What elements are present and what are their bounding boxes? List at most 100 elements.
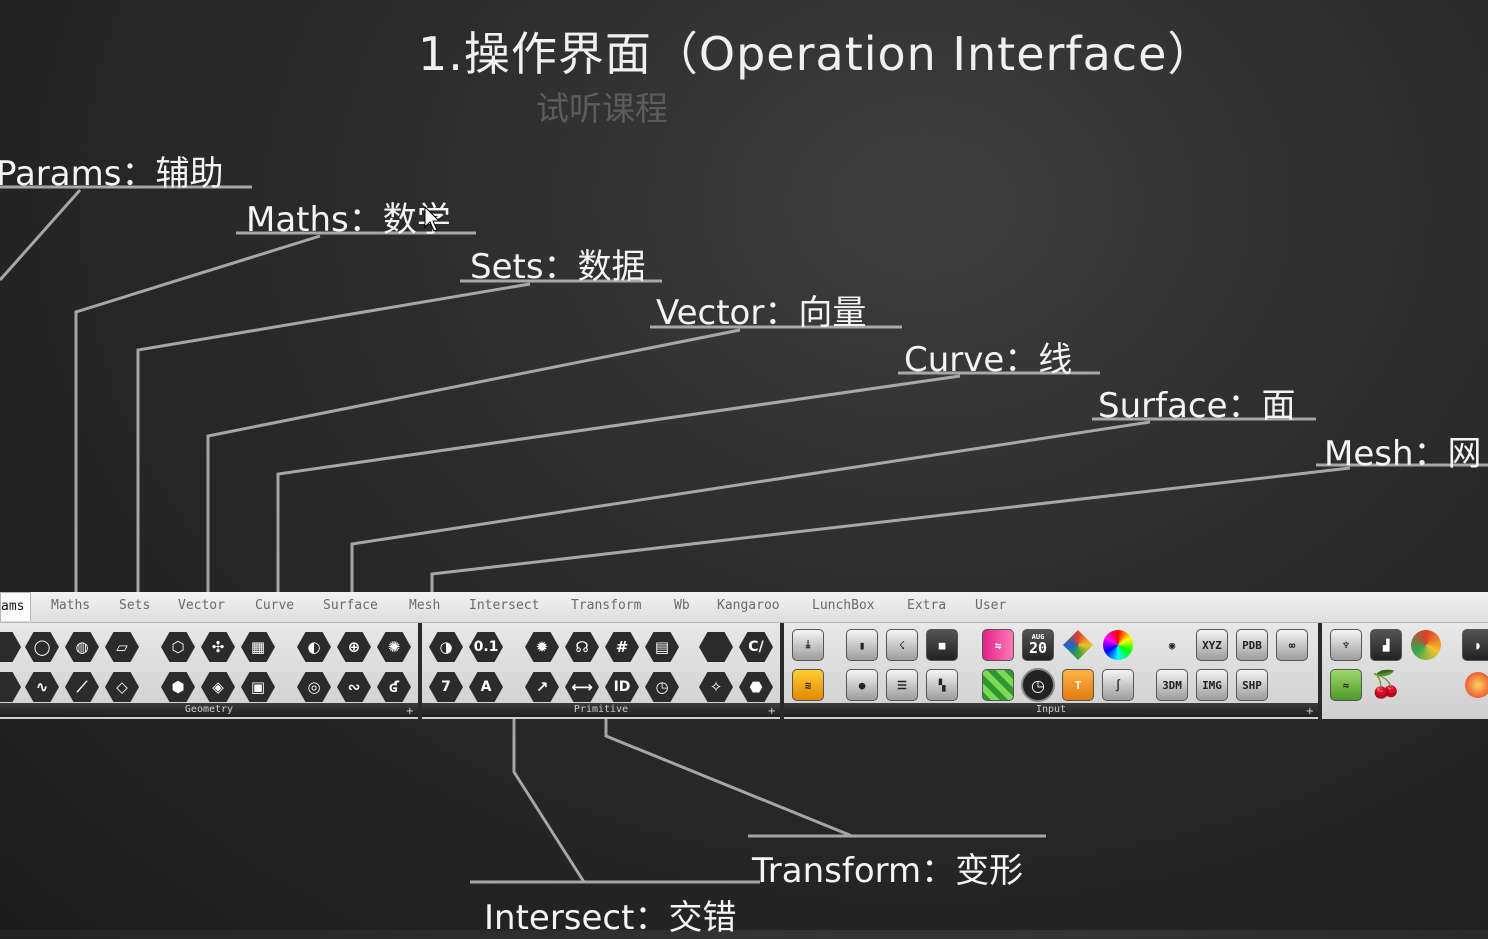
component-toolbar: ams Maths Sets Vector Curve Surface Mesh…: [0, 592, 1488, 732]
callout-maths: Maths：数学: [246, 200, 451, 240]
guid-param-icon[interactable]: ID: [604, 669, 640, 705]
digit-scroller-icon[interactable]: ●: [844, 667, 880, 703]
complex-param-icon[interactable]: ✹: [524, 629, 560, 665]
domain-param-icon[interactable]: #: [604, 629, 640, 665]
text-param-icon[interactable]: A: [468, 669, 504, 705]
tab-bar: ams Maths Sets Vector Curve Surface Mesh…: [0, 592, 1488, 623]
tab-curve[interactable]: Curve: [255, 598, 294, 613]
value-list-icon[interactable]: ☰: [884, 667, 920, 703]
box-param-icon[interactable]: ▱: [104, 629, 140, 665]
gradient-bars-icon[interactable]: ≋: [790, 667, 826, 703]
tab-kangaroo[interactable]: Kangaroo: [717, 598, 780, 613]
boolean-toggle-icon[interactable]: ▮: [844, 627, 880, 663]
generic-data-icon[interactable]: [698, 629, 734, 665]
script-param-icon[interactable]: C/: [738, 629, 774, 665]
tab-maths[interactable]: Maths: [51, 598, 90, 613]
tab-lunchbox[interactable]: LunchBox: [812, 598, 875, 613]
cherry-icon[interactable]: 🍒: [1368, 667, 1404, 703]
rectangle-param-icon[interactable]: ⊕: [336, 629, 372, 665]
galapagos-icon[interactable]: [1408, 627, 1444, 663]
data-icon[interactable]: ⬣: [738, 669, 774, 705]
record-icon[interactable]: [1460, 667, 1488, 703]
clock-icon[interactable]: ◷: [1020, 667, 1056, 703]
utility-icon[interactable]: ◗: [1460, 627, 1488, 663]
point-icon[interactable]: [0, 629, 22, 665]
tab-surface[interactable]: Surface: [323, 598, 378, 613]
pdb-label: PDB: [1236, 629, 1268, 661]
import-3dm-icon[interactable]: 3DM: [1154, 667, 1190, 703]
time-param-icon[interactable]: ◷: [644, 669, 680, 705]
colour-wheel-icon[interactable]: [1100, 627, 1136, 663]
tab-transform[interactable]: Transform: [571, 598, 641, 613]
interval-param-icon[interactable]: ⟷: [564, 669, 600, 705]
import-pdb-icon[interactable]: PDB: [1234, 627, 1270, 663]
number-param-icon[interactable]: 0.1: [468, 629, 504, 665]
image-sampler-icon[interactable]: [980, 667, 1016, 703]
tab-extra[interactable]: Extra: [907, 598, 946, 613]
line-param-icon[interactable]: ⟋: [64, 669, 100, 705]
shader-param-icon[interactable]: ✧: [698, 669, 734, 705]
import-image-icon[interactable]: IMG: [1194, 667, 1230, 703]
twisted-box-icon[interactable]: ◎: [296, 669, 332, 705]
surface-param-icon[interactable]: ◈: [200, 669, 236, 705]
integer-label: 7: [429, 672, 463, 702]
import-xyz-icon[interactable]: XYZ: [1194, 627, 1230, 663]
callout-transform: Transform：变形: [752, 851, 1024, 891]
path-param-icon[interactable]: ↗: [524, 669, 560, 705]
calendar-icon[interactable]: AUG 20: [1020, 627, 1056, 663]
plane-param-icon[interactable]: ◇: [104, 669, 140, 705]
group-label-input: Input: [784, 703, 1318, 717]
import-shp-icon[interactable]: SHP: [1234, 667, 1270, 703]
camera-icon[interactable]: ◉: [1154, 627, 1190, 663]
tab-params[interactable]: ams: [0, 592, 32, 621]
gene-pool-icon[interactable]: ≈: [1328, 667, 1364, 703]
tab-mesh[interactable]: Mesh: [409, 598, 440, 613]
vector-param-icon[interactable]: [0, 669, 22, 705]
function-graph-icon[interactable]: ∫: [1100, 667, 1136, 703]
callout-connector-lines: [0, 185, 1488, 884]
control-knob-icon[interactable]: ▚: [924, 667, 960, 703]
matrix-param-icon[interactable]: ▤: [644, 629, 680, 665]
circle-param-icon[interactable]: ◯: [24, 629, 60, 665]
chart-icon[interactable]: ▟: [1368, 627, 1404, 663]
tab-sets[interactable]: Sets: [119, 598, 150, 613]
tab-intersect[interactable]: Intersect: [469, 598, 539, 613]
data-dam-icon[interactable]: ♆: [1328, 627, 1364, 663]
mouse-cursor-icon: [424, 206, 440, 232]
link-icon[interactable]: ∞: [1274, 627, 1310, 663]
tab-vector[interactable]: Vector: [178, 598, 225, 613]
brep-param-icon[interactable]: ⬡: [160, 629, 196, 665]
integer-param-icon[interactable]: 7: [428, 669, 464, 705]
sine-curve-icon[interactable]: ∾: [336, 669, 372, 705]
expand-icon[interactable]: +: [768, 706, 776, 717]
culture-param-icon[interactable]: ☊: [564, 629, 600, 665]
guid-label: ID: [605, 672, 639, 702]
button-icon[interactable]: ☇: [884, 627, 920, 663]
text-label: A: [469, 672, 503, 702]
callout-surface: Surface：面: [1098, 386, 1296, 426]
circular-arc-icon[interactable]: ◍: [64, 629, 100, 665]
expand-icon[interactable]: +: [406, 706, 414, 717]
slide-subtitle: 试听课程: [536, 89, 668, 128]
geometry-cache-icon[interactable]: ▦: [240, 629, 276, 665]
curve-param-icon[interactable]: ∿: [24, 669, 60, 705]
tab-wb[interactable]: Wb: [674, 598, 690, 613]
panel-icon[interactable]: ■: [924, 627, 960, 663]
spiral-icon[interactable]: ʛ: [376, 669, 412, 705]
field-param-icon[interactable]: ✣: [200, 629, 236, 665]
graph-mapper-icon[interactable]: T: [1060, 667, 1096, 703]
boolean-param-icon[interactable]: ◑: [428, 629, 464, 665]
atom-param-icon[interactable]: ✺: [376, 629, 412, 665]
tab-user[interactable]: User: [975, 598, 1006, 613]
geometry-pipeline-icon[interactable]: ▣: [240, 669, 276, 705]
expand-icon[interactable]: +: [1306, 706, 1314, 717]
xyz-label: XYZ: [1196, 629, 1228, 661]
group-param-icon[interactable]: ◐: [296, 629, 332, 665]
gradient-icon[interactable]: ⇋: [980, 627, 1016, 663]
colour-swatch-icon[interactable]: [1060, 627, 1096, 663]
group-primitive: ◑ 0.1 7 A ✹ ☊ # ▤ ↗ ⟷ ID ◷ C/ ✧ ⬣ Primit…: [422, 623, 784, 719]
group-input: ⤓ ≋ ▮ ☇ ■ ● ☰ ▚ ⇋ AUG 20 ◷ T ∫ ◉ XYZ PDB: [784, 623, 1322, 719]
mesh-param-icon[interactable]: ⬢: [160, 669, 196, 705]
data-input-icon[interactable]: ⤓: [790, 627, 826, 663]
callout-intersect: Intersect：交错: [484, 898, 737, 938]
